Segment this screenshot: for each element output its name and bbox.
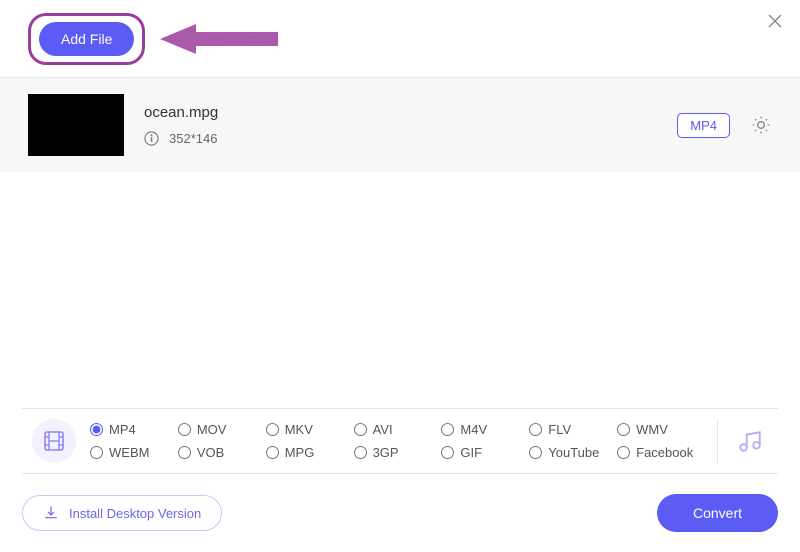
close-button[interactable] — [764, 10, 786, 32]
format-option-mp4[interactable]: MP4 — [90, 422, 176, 437]
file-row: ocean.mpg 352*146 MP4 — [0, 78, 800, 172]
format-radio-m4v[interactable] — [441, 423, 454, 436]
format-radio-vob[interactable] — [178, 446, 191, 459]
panel-divider — [717, 419, 718, 463]
output-format-button[interactable]: MP4 — [677, 113, 730, 138]
format-option-mkv[interactable]: MKV — [266, 422, 352, 437]
file-name-label: ocean.mpg — [144, 104, 218, 121]
format-radio-gif[interactable] — [441, 446, 454, 459]
format-label: M4V — [460, 422, 487, 437]
convert-button[interactable]: Convert — [657, 494, 778, 532]
format-option-mov[interactable]: MOV — [178, 422, 264, 437]
gear-icon — [751, 115, 771, 135]
file-resolution-label: 352*146 — [169, 131, 217, 146]
format-option-youtube[interactable]: YouTube — [529, 445, 615, 460]
file-meta: ocean.mpg 352*146 — [144, 104, 218, 146]
format-label: Facebook — [636, 445, 693, 460]
format-option-wmv[interactable]: WMV — [617, 422, 703, 437]
format-option-vob[interactable]: VOB — [178, 445, 264, 460]
format-radio-avi[interactable] — [354, 423, 367, 436]
format-label: MP4 — [109, 422, 136, 437]
format-label: 3GP — [373, 445, 399, 460]
format-label: VOB — [197, 445, 224, 460]
arrow-annotation-icon — [160, 22, 280, 56]
film-icon — [42, 429, 66, 453]
format-radio-youtube[interactable] — [529, 446, 542, 459]
add-file-button[interactable]: Add File — [39, 22, 134, 56]
format-option-facebook[interactable]: Facebook — [617, 445, 703, 460]
format-label: YouTube — [548, 445, 599, 460]
bottom-bar: Install Desktop Version Convert — [22, 494, 778, 532]
format-label: AVI — [373, 422, 393, 437]
format-radio-wmv[interactable] — [617, 423, 630, 436]
format-panel: MP4 MOV MKV AVI M4V FLV WMV WEBM VOB MPG 3GP GIF You… — [22, 408, 778, 474]
format-radio-mov[interactable] — [178, 423, 191, 436]
settings-button[interactable] — [750, 114, 772, 136]
format-radio-mp4[interactable] — [90, 423, 103, 436]
audio-category-button[interactable] — [732, 423, 768, 459]
file-list: ocean.mpg 352*146 MP4 — [0, 78, 800, 172]
format-label: MPG — [285, 445, 315, 460]
format-radio-flv[interactable] — [529, 423, 542, 436]
format-option-avi[interactable]: AVI — [354, 422, 440, 437]
install-desktop-label: Install Desktop Version — [69, 506, 201, 521]
format-option-gif[interactable]: GIF — [441, 445, 527, 460]
format-label: GIF — [460, 445, 482, 460]
close-icon — [767, 13, 783, 29]
format-option-mpg[interactable]: MPG — [266, 445, 352, 460]
video-thumbnail — [28, 94, 124, 156]
install-desktop-button[interactable]: Install Desktop Version — [22, 495, 222, 531]
info-icon — [144, 131, 159, 146]
format-radio-3gp[interactable] — [354, 446, 367, 459]
format-label: WEBM — [109, 445, 149, 460]
format-label: MOV — [197, 422, 227, 437]
top-toolbar: Add File — [0, 0, 800, 78]
format-label: WMV — [636, 422, 668, 437]
add-file-highlight: Add File — [28, 13, 145, 65]
format-label: MKV — [285, 422, 313, 437]
format-option-flv[interactable]: FLV — [529, 422, 615, 437]
format-radio-facebook[interactable] — [617, 446, 630, 459]
file-info-row: 352*146 — [144, 131, 218, 146]
format-option-webm[interactable]: WEBM — [90, 445, 176, 460]
format-grid: MP4 MOV MKV AVI M4V FLV WMV WEBM VOB MPG 3GP GIF You… — [90, 422, 703, 460]
format-option-3gp[interactable]: 3GP — [354, 445, 440, 460]
format-label: FLV — [548, 422, 571, 437]
format-option-m4v[interactable]: M4V — [441, 422, 527, 437]
video-category-button[interactable] — [32, 419, 76, 463]
format-radio-webm[interactable] — [90, 446, 103, 459]
format-radio-mkv[interactable] — [266, 423, 279, 436]
download-icon — [43, 505, 59, 521]
music-icon — [737, 428, 763, 454]
format-radio-mpg[interactable] — [266, 446, 279, 459]
